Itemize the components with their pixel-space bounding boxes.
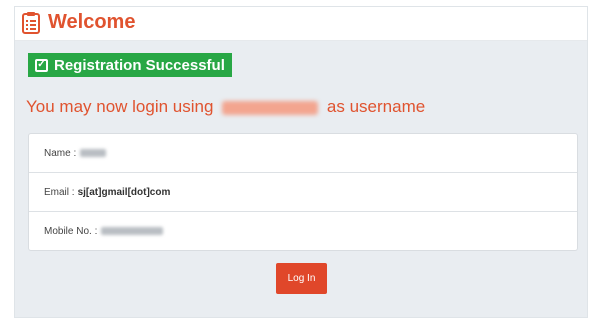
mobile-label: Mobile No. : [44,225,98,237]
clipboard-list-icon [22,12,40,34]
status-badge: ✓ Registration Successful [28,53,232,77]
email-label: Email : [44,186,75,198]
redacted-username [222,100,319,115]
registration-panel: Welcome ✓ Registration Successful You ma… [14,6,588,318]
login-message-suffix: as username [326,97,426,116]
page-title: Welcome [48,11,136,33]
check-square-icon: ✓ [35,58,48,72]
list-item-name: Name : [29,134,577,173]
name-label: Name : [44,147,77,159]
redacted-name [80,149,107,157]
details-list: Name : Email : sj[at]gmail[dot]com Mobil… [28,133,578,251]
status-badge-label: Registration Successful [54,56,225,74]
list-item-mobile: Mobile No. : [29,212,577,250]
redacted-mobile [101,227,164,235]
login-message: You may now login using as username [26,97,425,117]
login-button[interactable]: Log In [276,263,327,294]
panel-header: Welcome [15,7,587,41]
list-item-email: Email : sj[at]gmail[dot]com [29,173,577,212]
login-message-prefix: You may now login using [26,97,214,116]
email-value: sj[at]gmail[dot]com [77,186,171,198]
